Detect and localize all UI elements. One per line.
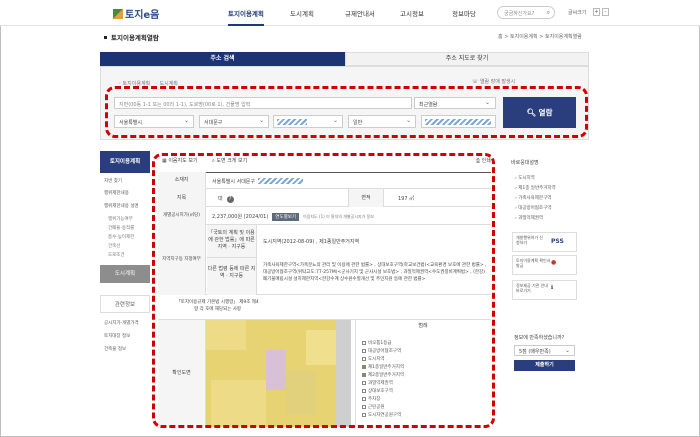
sidebar-sub-road[interactable]: 도로조건 <box>108 252 125 258</box>
right-link[interactable]: › 가축사육제한구역 <box>515 195 551 201</box>
info-icon: ℹ <box>551 284 554 291</box>
search-placeholder: 궁금하신가요? <box>504 11 535 17</box>
rating-select[interactable]: 5점 (매우만족) ⌄ <box>514 345 575 356</box>
certificate-text: 토지이용계획 확인서 발급 <box>516 258 551 268</box>
header-search-input[interactable]: 궁금하신가요? ⌕ <box>497 6 555 19</box>
page-title: 토지이용계획열람 <box>104 32 159 42</box>
breadcrumb-sep: > <box>539 34 544 40</box>
right-link-label: 가축사육제한구역 <box>518 196 552 201</box>
sidebar-info-price[interactable]: 공시지가·개별가격 <box>104 320 139 326</box>
sidebar-item-city-plan[interactable]: 도시계획 <box>100 265 150 283</box>
sidebar-item-restriction-desc[interactable]: 행위제한내용 설명 <box>104 203 139 209</box>
breadcrumb-sep: > <box>504 34 509 40</box>
breadcrumb-home[interactable]: 홈 <box>498 34 503 40</box>
right-link[interactable]: › 도시지역 <box>515 175 535 181</box>
font-minus-button[interactable]: - <box>602 8 609 16</box>
help-notice[interactable]: ☏ 열람 장애 발생시 <box>472 78 515 85</box>
survey-question: 정보에 만족하셨습니까? <box>514 335 565 341</box>
site-logo[interactable]: 토지e음 <box>113 6 159 21</box>
nav-info[interactable]: 정보마당 <box>452 8 476 18</box>
right-link-label: 과밀억제권역 <box>518 216 544 221</box>
chevron-down-icon: ⌄ <box>564 347 570 354</box>
nav-city-plan[interactable]: 도시계획 <box>290 8 314 18</box>
font-plus-button[interactable]: + <box>593 8 600 16</box>
right-link[interactable]: › 과밀억제권역 <box>515 215 543 221</box>
right-link-label: 제1종 일반주거지역 <box>518 186 556 191</box>
agency-text: 정보제공 기관 안내 바로가기 <box>516 283 548 293</box>
search-icon: ⌕ <box>546 9 550 16</box>
sidebar-item-related[interactable]: 관련정보 <box>100 295 150 313</box>
sidebar-sub-height[interactable]: 층수·높이제한 <box>108 234 134 240</box>
breadcrumb-current: 토지이용계획열람 <box>545 34 582 40</box>
tab-map-search[interactable]: 주소 지도로 찾기 <box>345 52 589 66</box>
right-link-label: 대공방어협조구역 <box>518 206 552 211</box>
gov-emblem-icon: ● <box>551 259 557 266</box>
tab-address-search[interactable]: 주소 검색 <box>100 52 345 66</box>
nav-regulation[interactable]: 규제안내서 <box>345 8 375 18</box>
sidebar-item-lot-search[interactable]: 지번 찾기 <box>104 178 122 184</box>
rating-value: 5점 (매우만족) <box>519 349 551 355</box>
right-link-label: 도시지역 <box>518 176 535 181</box>
right-link[interactable]: › 제1종 일반주거지역 <box>515 185 556 191</box>
sidebar-header: 토지이용계획 <box>100 151 150 173</box>
sidebar-sub-ratio[interactable]: 건폐율·용적률 <box>108 225 134 231</box>
breadcrumb-land[interactable]: 토지이용계획 <box>510 34 538 40</box>
right-link[interactable]: › 대공방어협조구역 <box>515 205 551 211</box>
sidebar-info-building[interactable]: 건축물 정보 <box>104 346 126 352</box>
highlight-annotation <box>152 153 495 428</box>
logo-text: 토지e음 <box>125 10 160 21</box>
sidebar-item-restriction[interactable]: 행위제한내용 <box>104 190 129 196</box>
search-tabs: 주소 검색 주소 지도로 찾기 <box>100 52 589 66</box>
help-icon: ☏ <box>472 79 479 85</box>
right-panel-title: 바로응대설명 <box>511 160 539 166</box>
nav-land-use[interactable]: 토지이용계획 <box>228 8 264 26</box>
help-text: 열람 장애 발생시 <box>479 79 516 85</box>
sidebar-info-ledger[interactable]: 토지대장 정보 <box>104 333 130 339</box>
dev-permit-text: 개발행위허가 신청하기 <box>516 235 544 245</box>
font-size-label: 글씨크기 <box>568 10 587 16</box>
nav-notice[interactable]: 고시정보 <box>400 8 424 18</box>
top-header: 토지e음 토지이용계획 도시계획 규제안내서 고시정보 정보마당 궁금하신가요?… <box>0 0 700 26</box>
survey-submit-button[interactable]: 제출하기 <box>514 360 575 371</box>
sidebar-sub-permission[interactable]: 행위가능여부 <box>108 216 133 222</box>
pss-logo: PSS <box>551 238 564 245</box>
breadcrumb: 홈 > 토지이용계획 > 토지이용계획열람 <box>498 33 582 40</box>
logo-icon <box>113 9 123 19</box>
highlight-annotation <box>105 86 588 138</box>
sidebar-sub-building-line[interactable]: 건축선 <box>108 243 120 249</box>
